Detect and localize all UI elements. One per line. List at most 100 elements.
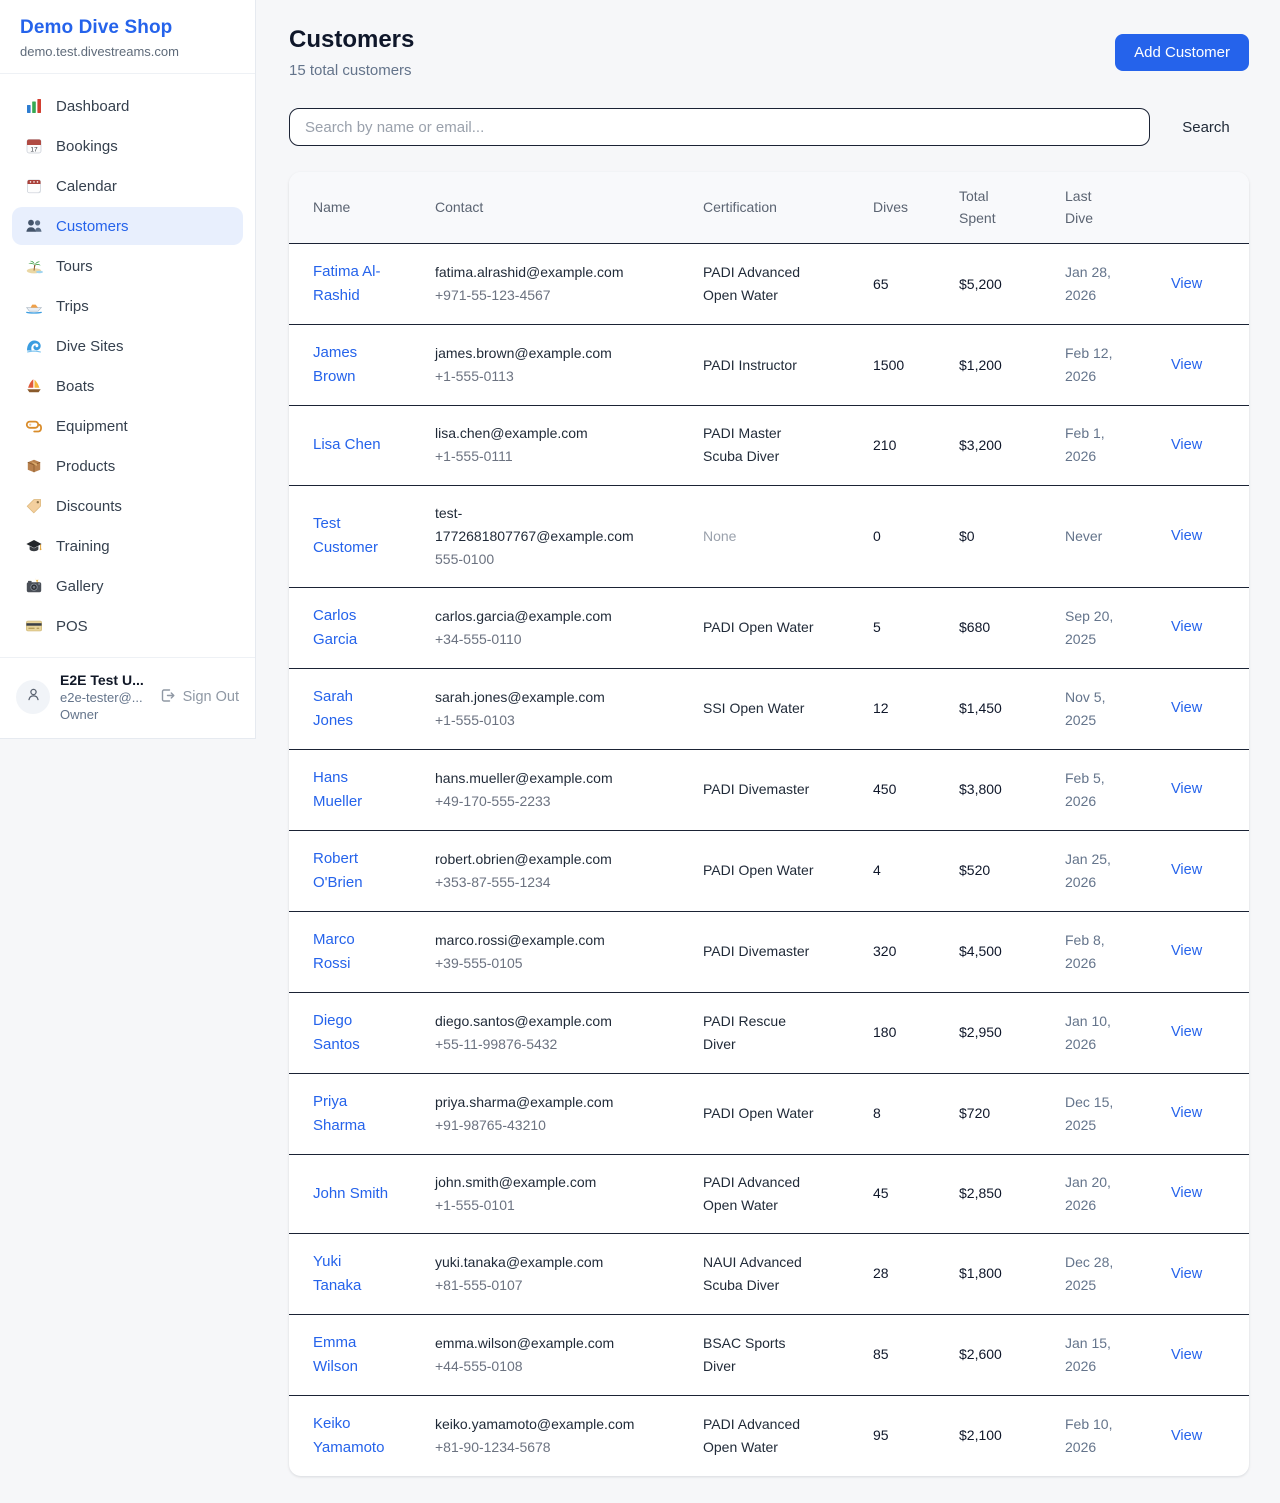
view-link[interactable]: View — [1171, 1024, 1202, 1040]
products-icon — [25, 457, 43, 475]
gallery-icon — [25, 577, 43, 595]
customer-phone: +81-555-0107 — [435, 1274, 695, 1297]
sidebar-item-products[interactable]: Products — [12, 447, 243, 485]
sidebar-item-bookings[interactable]: 17Bookings — [12, 127, 243, 165]
customer-phone: +1-555-0103 — [435, 709, 695, 732]
table-row: Lisa Chenlisa.chen@example.com+1-555-011… — [289, 406, 1249, 485]
customer-phone: +34-555-0110 — [435, 628, 695, 651]
customers-table-card: NameContactCertificationDivesTotal Spent… — [289, 172, 1249, 1476]
customers-icon — [25, 217, 43, 235]
page-subtitle: 15 total customers — [289, 62, 414, 79]
customer-name-link[interactable]: Diego Santos — [313, 1009, 393, 1057]
sidebar-item-label: Training — [56, 538, 110, 555]
search-input[interactable] — [289, 108, 1150, 146]
customer-name-link[interactable]: Emma Wilson — [313, 1331, 393, 1379]
customer-name-link[interactable]: Hans Mueller — [313, 766, 393, 814]
customer-email: lisa.chen@example.com — [435, 422, 649, 445]
customer-name-link[interactable]: Test Customer — [313, 512, 393, 560]
customer-name-link[interactable]: Carlos Garcia — [313, 604, 393, 652]
customer-name-link[interactable]: Yuki Tanaka — [313, 1250, 393, 1298]
customer-certification: PADI Instructor — [703, 354, 797, 377]
table-row: Yuki Tanakayuki.tanaka@example.com+81-55… — [289, 1234, 1249, 1315]
customer-name-link[interactable]: Marco Rossi — [313, 928, 393, 976]
sidebar-item-trips[interactable]: Trips — [12, 287, 243, 325]
tours-icon — [25, 257, 43, 275]
customer-last-dive: Nov 5, 2025 — [1065, 686, 1125, 732]
customer-email: diego.santos@example.com — [435, 1010, 649, 1033]
view-link[interactable]: View — [1171, 276, 1202, 292]
sign-out-button[interactable]: Sign Out — [159, 687, 241, 708]
sign-out-icon — [159, 687, 176, 708]
sidebar-item-training[interactable]: Training — [12, 527, 243, 565]
sidebar-item-label: POS — [56, 618, 88, 635]
add-customer-button[interactable]: Add Customer — [1115, 34, 1249, 71]
view-link[interactable]: View — [1171, 1428, 1202, 1444]
view-link[interactable]: View — [1171, 1105, 1202, 1121]
trips-icon — [25, 297, 43, 315]
view-link[interactable]: View — [1171, 1347, 1202, 1363]
customer-total-spent: $720 — [959, 1073, 1065, 1154]
customer-certification: None — [703, 525, 736, 548]
sidebar-item-pos[interactable]: POS — [12, 607, 243, 645]
table-row: Carlos Garciacarlos.garcia@example.com+3… — [289, 587, 1249, 668]
view-link[interactable]: View — [1171, 943, 1202, 959]
view-link[interactable]: View — [1171, 357, 1202, 373]
customer-name-link[interactable]: Fatima Al-Rashid — [313, 260, 393, 308]
customer-name-link[interactable]: Priya Sharma — [313, 1090, 393, 1138]
table-row: Emma Wilsonemma.wilson@example.com+44-55… — [289, 1315, 1249, 1396]
sidebar-item-gallery[interactable]: Gallery — [12, 567, 243, 605]
customer-dives: 28 — [873, 1234, 959, 1315]
table-row: John Smithjohn.smith@example.com+1-555-0… — [289, 1154, 1249, 1233]
customer-name-link[interactable]: Sarah Jones — [313, 685, 393, 733]
customer-certification: PADI Divemaster — [703, 778, 809, 801]
sidebar-item-label: Gallery — [56, 578, 104, 595]
sidebar-item-label: Equipment — [56, 418, 128, 435]
sidebar-item-discounts[interactable]: Discounts — [12, 487, 243, 525]
customer-name-link[interactable]: James Brown — [313, 341, 393, 389]
view-link[interactable]: View — [1171, 781, 1202, 797]
view-link[interactable]: View — [1171, 1185, 1202, 1201]
user-role: Owner — [60, 707, 149, 722]
customer-email: fatima.alrashid@example.com — [435, 261, 649, 284]
sidebar-item-customers[interactable]: Customers — [12, 207, 243, 245]
view-link[interactable]: View — [1171, 619, 1202, 635]
customer-total-spent: $5,200 — [959, 244, 1065, 325]
sidebar-item-equipment[interactable]: Equipment — [12, 407, 243, 445]
page-title-block: Customers 15 total customers — [289, 26, 414, 79]
customer-name-link[interactable]: Keiko Yamamoto — [313, 1412, 393, 1460]
equipment-icon — [25, 417, 43, 435]
customer-last-dive: Feb 12, 2026 — [1065, 342, 1125, 388]
customer-name-link[interactable]: Lisa Chen — [313, 433, 381, 457]
search-button[interactable]: Search — [1175, 119, 1237, 136]
sidebar-header: Demo Dive Shop demo.test.divestreams.com — [0, 0, 255, 74]
customer-certification: PADI Advanced Open Water — [703, 261, 815, 307]
dive-sites-icon — [25, 337, 43, 355]
sidebar-item-dashboard[interactable]: Dashboard — [12, 87, 243, 125]
view-link[interactable]: View — [1171, 862, 1202, 878]
discounts-icon — [25, 497, 43, 515]
sidebar-item-tours[interactable]: Tours — [12, 247, 243, 285]
table-row: Marco Rossimarco.rossi@example.com+39-55… — [289, 911, 1249, 992]
sidebar-item-boats[interactable]: Boats — [12, 367, 243, 405]
view-link[interactable]: View — [1171, 437, 1202, 453]
calendar-icon — [25, 177, 43, 195]
customer-name-link[interactable]: John Smith — [313, 1182, 388, 1206]
customer-last-dive: Jan 28, 2026 — [1065, 261, 1125, 307]
sidebar-item-calendar[interactable]: Calendar — [12, 167, 243, 205]
sidebar-item-dive-sites[interactable]: Dive Sites — [12, 327, 243, 365]
user-meta: E2E Test U... e2e-tester@... Owner — [60, 672, 149, 722]
sidebar-item-label: Trips — [56, 298, 89, 315]
sidebar: Demo Dive Shop demo.test.divestreams.com… — [0, 0, 256, 739]
customer-last-dive: Feb 10, 2026 — [1065, 1413, 1125, 1459]
svg-text:17: 17 — [30, 147, 38, 154]
view-link[interactable]: View — [1171, 700, 1202, 716]
column-header-contact: Contact — [435, 172, 703, 244]
view-link[interactable]: View — [1171, 1266, 1202, 1282]
customer-name-link[interactable]: Robert O'Brien — [313, 847, 393, 895]
customer-phone: +55-11-99876-5432 — [435, 1033, 695, 1056]
customer-phone: +971-55-123-4567 — [435, 284, 695, 307]
customers-table: NameContactCertificationDivesTotal Spent… — [289, 172, 1249, 1476]
view-link[interactable]: View — [1171, 528, 1202, 544]
customer-dives: 210 — [873, 406, 959, 485]
sidebar-item-label: Discounts — [56, 498, 122, 515]
